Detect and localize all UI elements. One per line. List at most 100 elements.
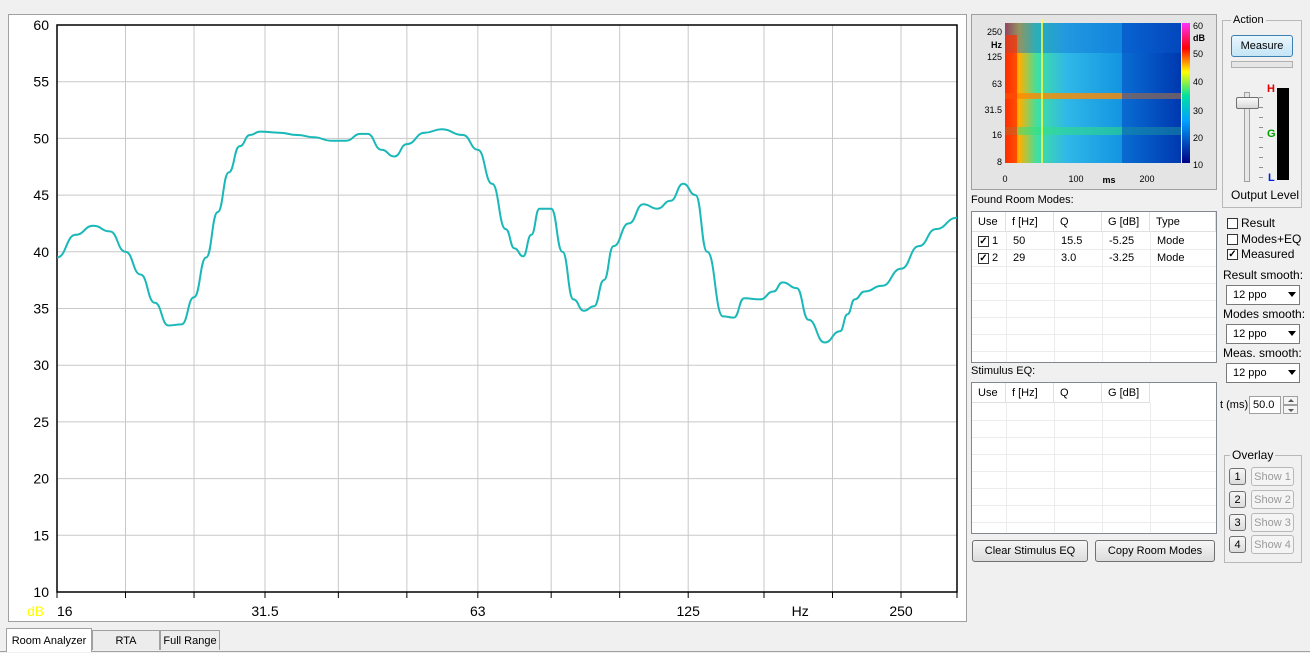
- overlay-4-button[interactable]: 4: [1229, 536, 1246, 553]
- overlay-1-button[interactable]: 1: [1229, 468, 1246, 485]
- mode-gain: -5.25: [1109, 235, 1135, 247]
- spectrogram-onset: [1005, 35, 1017, 163]
- stimulus-eq-rowsep: [972, 454, 1216, 455]
- stimulus-eq-col-gain[interactable]: G [dB]: [1102, 383, 1150, 403]
- stimulus-eq-colsep: [1102, 403, 1103, 533]
- show-4-button[interactable]: Show 4: [1251, 535, 1294, 554]
- spectrogram-y-label: 250: [987, 27, 1002, 37]
- measured-label[interactable]: Measured: [1241, 247, 1294, 261]
- result-checkbox[interactable]: [1227, 218, 1238, 229]
- mode-frequency: 50: [1013, 235, 1026, 247]
- mode-q: 15.5: [1061, 235, 1083, 247]
- stimulus-eq-rowsep: [972, 505, 1216, 506]
- result-label[interactable]: Result: [1241, 216, 1275, 230]
- stimulus-eq-col-use[interactable]: Use: [972, 383, 1006, 403]
- frequency-response-plot[interactable]: 10 15 20 25 30 35 40 45 50 55 60 16 31.5 63 125 250 Hz dB: [8, 14, 967, 622]
- room-modes-rowsep: [972, 300, 1216, 301]
- spectrogram-svg: 250 125 63 31.5 16 8 Hz 0 100 200 ms 60 50 40 30 20 10 dB: [984, 19, 1205, 185]
- stimulus-eq-list[interactable]: Use f [Hz] Q G [dB]: [971, 382, 1217, 534]
- result-smooth-select[interactable]: 12 ppo: [1226, 285, 1300, 305]
- measured-checkbox[interactable]: ✓: [1227, 249, 1238, 260]
- chevron-down-icon: [1288, 292, 1296, 297]
- stimulus-eq-col-q[interactable]: Q: [1054, 383, 1102, 403]
- t-ms-label: t (ms): [1220, 399, 1249, 411]
- mode-type: Mode: [1157, 252, 1185, 264]
- tab-rta[interactable]: RTA: [92, 630, 160, 650]
- t-ms-spin-down[interactable]: [1283, 405, 1298, 414]
- spectrogram-x-unit: ms: [1102, 175, 1115, 185]
- room-modes-col-gain[interactable]: G [dB]: [1102, 212, 1150, 232]
- y-tick-label: 60: [33, 17, 49, 33]
- spectrogram-x-label: 0: [1002, 174, 1007, 184]
- overlay-2-button[interactable]: 2: [1229, 491, 1246, 508]
- x-tick-label: 63: [470, 603, 486, 619]
- chevron-down-icon: [1288, 370, 1296, 375]
- x-tick-label: 125: [677, 603, 701, 619]
- room-modes-col-use[interactable]: Use: [972, 212, 1006, 232]
- level-low-label: L: [1268, 172, 1275, 184]
- tab-full-range[interactable]: Full Range: [160, 630, 220, 650]
- modes-eq-checkbox[interactable]: [1227, 234, 1238, 245]
- stimulus-eq-col-freq[interactable]: f [Hz]: [1006, 383, 1054, 403]
- spectrogram-scale-label: 60: [1193, 21, 1203, 31]
- level-mid-label: G: [1267, 128, 1276, 140]
- spin-up-icon: [1288, 399, 1294, 402]
- output-level-label: Output Level: [1231, 188, 1300, 202]
- room-modes-list[interactable]: Use f [Hz] Q G [dB] Type ✓ 1 50 15.5 -5.…: [971, 211, 1217, 363]
- stimulus-eq-rowsep: [972, 420, 1216, 421]
- progress-bar: [1231, 61, 1293, 68]
- spectrogram-scale-label: 50: [1193, 49, 1203, 59]
- tab-room-analyzer[interactable]: Room Analyzer: [6, 628, 92, 652]
- spectrogram-scale-label: 30: [1193, 106, 1203, 116]
- show-2-button[interactable]: Show 2: [1251, 490, 1294, 509]
- show-1-button[interactable]: Show 1: [1251, 467, 1294, 486]
- stimulus-eq-rowsep: [972, 488, 1216, 489]
- output-level-slider-thumb[interactable]: [1236, 97, 1259, 109]
- table-row[interactable]: ✓ 2 29 3.0 -3.25 Mode: [972, 250, 1216, 267]
- modes-smooth-value: 12 ppo: [1233, 328, 1267, 340]
- room-modes-rowsep: [972, 334, 1216, 335]
- t-ms-input[interactable]: 50.0: [1249, 396, 1281, 414]
- room-modes-col-type[interactable]: Type: [1150, 212, 1216, 232]
- measure-button[interactable]: Measure: [1231, 35, 1293, 57]
- show-3-button[interactable]: Show 3: [1251, 513, 1294, 532]
- spectrogram-panel[interactable]: 250 125 63 31.5 16 8 Hz 0 100 200 ms 60 50 40 30 20 10 dB: [971, 14, 1217, 190]
- copy-room-modes-button[interactable]: Copy Room Modes: [1095, 540, 1215, 562]
- y-tick-label: 55: [33, 74, 49, 90]
- series-line: [56, 128, 958, 344]
- chevron-down-icon: [1288, 331, 1296, 336]
- meas-smooth-select[interactable]: 12 ppo: [1226, 363, 1300, 383]
- y-tick-label: 30: [33, 357, 49, 373]
- x-axis-label: Hz: [792, 603, 809, 619]
- y-tick-label: 45: [33, 187, 49, 203]
- spectrogram-x-label: 200: [1139, 174, 1154, 184]
- stimulus-eq-colsep: [1006, 403, 1007, 533]
- mode-index: 1: [992, 235, 999, 247]
- spectrogram-y-label: 31.5: [984, 105, 1002, 115]
- t-ms-spin-up[interactable]: [1283, 396, 1298, 405]
- room-modes-col-freq[interactable]: f [Hz]: [1006, 212, 1054, 232]
- y-tick-label: 25: [33, 414, 49, 430]
- room-modes-rowsep: [972, 283, 1216, 284]
- output-level-ticks: [1259, 97, 1263, 179]
- mode-2-use-checkbox[interactable]: ✓: [978, 253, 989, 264]
- modes-eq-label[interactable]: Modes+EQ: [1241, 232, 1301, 246]
- room-modes-rowsep: [972, 351, 1216, 352]
- spectrogram-y-label: 63: [992, 79, 1002, 89]
- room-modes-rowsep: [972, 317, 1216, 318]
- room-modes-col-q[interactable]: Q: [1054, 212, 1102, 232]
- spectrogram-x-label: 100: [1068, 174, 1083, 184]
- room-modes-title: Found Room Modes:: [971, 194, 1074, 206]
- clear-stimulus-eq-button[interactable]: Clear Stimulus EQ: [972, 540, 1088, 562]
- spectrogram-scale-label: 20: [1193, 133, 1203, 143]
- mode-1-use-checkbox[interactable]: ✓: [978, 236, 989, 247]
- modes-smooth-select[interactable]: 12 ppo: [1226, 324, 1300, 344]
- y-tick-label: 15: [33, 527, 49, 543]
- result-smooth-value: 12 ppo: [1233, 289, 1267, 301]
- stimulus-eq-colsep: [1054, 403, 1055, 533]
- table-row[interactable]: ✓ 1 50 15.5 -5.25 Mode: [972, 233, 1216, 250]
- overlay-3-button[interactable]: 3: [1229, 514, 1246, 531]
- plot-svg: 10 15 20 25 30 35 40 45 50 55 60 16 31.5 63 125 250 Hz dB: [27, 17, 958, 619]
- spectrogram-decay: [1122, 23, 1181, 163]
- stimulus-eq-rowsep: [972, 522, 1216, 523]
